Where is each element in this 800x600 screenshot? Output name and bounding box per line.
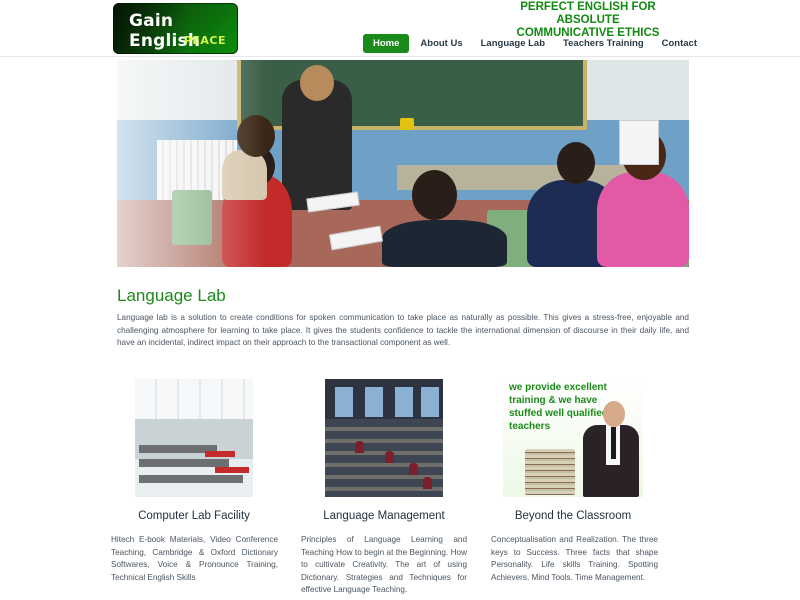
card-title-beyond-classroom[interactable]: Beyond the Classroom [493, 510, 653, 522]
nav-about-us[interactable]: About Us [411, 34, 471, 53]
tagline-line-1: PERFECT ENGLISH FOR ABSOLUTE [520, 1, 656, 26]
image-window [395, 387, 413, 417]
nav-language-lab[interactable]: Language Lab [472, 34, 554, 53]
image-teacher-head [603, 401, 625, 427]
image-wall [135, 419, 253, 459]
computer-lab-image[interactable] [135, 379, 253, 497]
hero-teacher-head [300, 65, 334, 101]
hero-poster [619, 120, 659, 165]
hero-student-head [557, 142, 595, 184]
nav-home[interactable]: Home [363, 34, 410, 53]
language-management-image[interactable] [325, 379, 443, 497]
hero-student [382, 220, 507, 267]
image-chair [205, 451, 235, 457]
site-logo[interactable]: Gain English PEACE [113, 3, 238, 54]
card-text-computer-lab: Hitech E-book Materials, Video Conferenc… [111, 535, 278, 582]
card-title-language-management[interactable]: Language Management [305, 510, 463, 522]
hero-student-head [412, 170, 457, 220]
nav-teachers-training[interactable]: Teachers Training [554, 34, 653, 53]
image-desk-row [139, 459, 229, 467]
image-student [409, 463, 418, 475]
image-desk-row [139, 475, 243, 483]
main-nav: Home About Us Language Lab Teachers Trai… [363, 34, 706, 53]
hero-mug [400, 118, 414, 130]
image-window [335, 387, 353, 417]
image-ceiling [135, 379, 253, 419]
card-title-computer-lab[interactable]: Computer Lab Facility [135, 510, 253, 522]
hero-student [597, 172, 689, 267]
card-text-language-management: Principles of Language Learning and Teac… [301, 535, 467, 595]
image-window [365, 387, 383, 417]
site-header: Gain English PEACE PERFECT ENGLISH FOR A… [0, 0, 800, 57]
image-student [423, 477, 432, 489]
image-teacher-tie [611, 427, 616, 459]
nav-contact[interactable]: Contact [653, 34, 706, 53]
beyond-classroom-image[interactable]: we provide excellent training & we have … [503, 379, 643, 497]
logo-subtitle: PEACE [183, 34, 226, 47]
card-text-beyond-classroom: Conceptualisation and Realization. The t… [491, 535, 658, 582]
section-description: Language lab is a solution to create con… [117, 313, 689, 347]
hero-fade [117, 60, 267, 267]
section-title: Language Lab [117, 286, 226, 305]
image-student [355, 441, 364, 453]
hero-classroom-image [117, 60, 689, 267]
image-window [421, 387, 439, 417]
image-chair [215, 467, 249, 473]
image-books [525, 449, 575, 495]
image-student [385, 451, 394, 463]
